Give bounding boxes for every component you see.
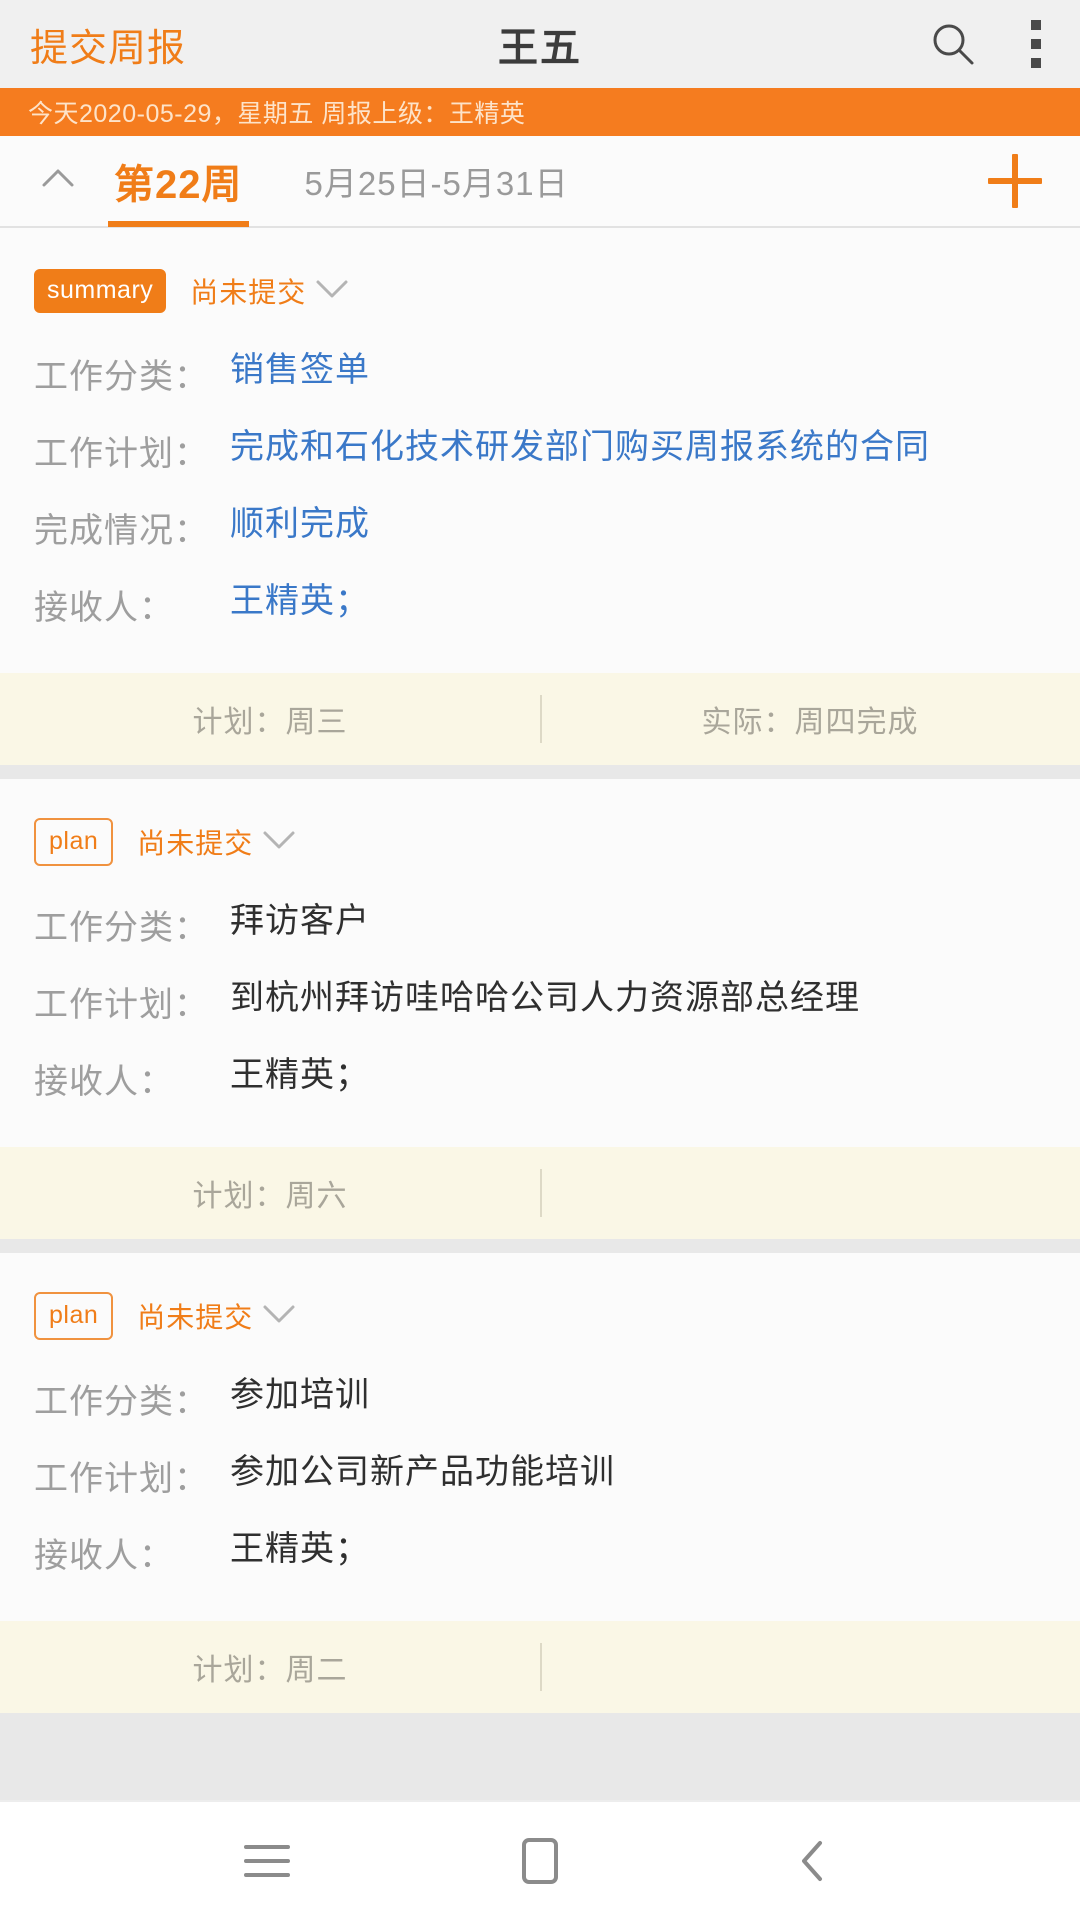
field-row-category: 工作分类： 拜访客户 (34, 886, 1046, 963)
status-badge: plan (34, 1291, 114, 1340)
menu-line (243, 1845, 290, 1849)
field-label: 工作计划： (34, 435, 209, 473)
home-square-icon[interactable] (512, 1833, 568, 1889)
field-row-category: 工作分类： 销售签单 (34, 335, 1046, 412)
add-report-button[interactable] (984, 150, 1046, 212)
back-chevron-icon-glyph (802, 1841, 823, 1881)
report-card-header[interactable]: summary 尚未提交 (0, 228, 1080, 329)
more-dot (1031, 58, 1041, 68)
actual-day: 实际：周四完成 (701, 706, 919, 739)
report-card-header[interactable]: plan 尚未提交 (0, 779, 1080, 880)
menu-icon-glyph (243, 1845, 290, 1877)
footer-divider (540, 1169, 542, 1217)
report-list[interactable]: summary 尚未提交 工作分类： 销售签单 工作计划： 完成和石化技术研发部… (0, 228, 1080, 1800)
field-row-receiver: 接收人： 王精英； (34, 566, 1046, 643)
system-navigation-bar (0, 1800, 1080, 1920)
more-dot (1031, 39, 1041, 49)
tab-active-underline (108, 221, 249, 227)
more-vertical-icon[interactable] (1022, 16, 1050, 72)
field-value: 参加培训 (230, 1376, 370, 1414)
week-date-range: 5月25日-5月31日 (304, 165, 569, 202)
status-badge: plan (34, 817, 114, 866)
planned-day: 计划：周二 (192, 1654, 348, 1687)
banner-text: 今天2020-05-29，星期五 周报上级：王精英 (28, 100, 526, 128)
field-value: 参加公司新产品功能培训 (230, 1453, 615, 1491)
field-value: 顺利完成 (230, 505, 370, 543)
chevron-down-icon[interactable] (306, 262, 358, 319)
field-label: 接收人： (34, 1063, 174, 1101)
planned-day: 计划：周六 (192, 1180, 348, 1213)
field-value: 王精英； (230, 582, 370, 620)
more-dot (1031, 20, 1041, 30)
field-label: 工作分类： (34, 909, 209, 947)
chevron-down-icon[interactable] (253, 813, 305, 870)
search-icon-glyph (933, 24, 974, 65)
field-label: 工作分类： (34, 1383, 209, 1421)
footer-divider (540, 1643, 542, 1691)
report-card-fields: 工作分类： 参加培训 工作计划： 参加公司新产品功能培训 接收人： 王精英； (0, 1354, 1080, 1621)
field-label: 工作计划： (34, 1460, 209, 1498)
chevron-up-icon-glyph (42, 169, 74, 186)
field-value: 王精英； (230, 1056, 370, 1094)
menu-line (243, 1859, 290, 1863)
chevron-down-icon-glyph (316, 280, 348, 298)
field-value: 销售签单 (230, 351, 370, 389)
field-label: 工作计划： (34, 986, 209, 1024)
field-value: 完成和石化技术研发部门购买周报系统的合同 (230, 428, 930, 466)
field-label: 接收人： (34, 589, 174, 627)
field-label: 接收人： (34, 1537, 174, 1575)
field-label: 工作分类： (34, 358, 209, 396)
field-row-category: 工作分类： 参加培训 (34, 1360, 1046, 1437)
app-bar-actions (930, 16, 1050, 72)
field-row-plan: 工作计划： 参加公司新产品功能培训 (34, 1437, 1046, 1514)
field-row-receiver: 接收人： 王精英； (34, 1514, 1046, 1591)
field-row-receiver: 接收人： 王精英； (34, 1040, 1046, 1117)
week-label: 第22周 (114, 163, 243, 207)
planned-day: 计划：周三 (192, 706, 348, 739)
menu-icon[interactable] (239, 1833, 295, 1889)
app-screen: 提交周报 王五 今天2020-05-29，星期五 周报上级：王精英 第22周 5… (0, 0, 1080, 1920)
menu-line (243, 1873, 290, 1877)
chevron-down-icon[interactable] (253, 1287, 305, 1344)
tab-week-22[interactable]: 第22周 (100, 135, 257, 227)
home-square-icon-glyph (521, 1838, 558, 1884)
field-value: 拜访客户 (230, 902, 370, 940)
status-badge: summary (34, 268, 167, 313)
app-bar: 提交周报 王五 (0, 0, 1080, 88)
report-card-fields: 工作分类： 拜访客户 工作计划： 到杭州拜访哇哈哈公司人力资源部总经理 接收人：… (0, 880, 1080, 1147)
week-selector-bar: 第22周 5月25日-5月31日 (0, 136, 1080, 228)
field-row-plan: 工作计划： 完成和石化技术研发部门购买周报系统的合同 (34, 412, 1046, 489)
report-card[interactable]: plan 尚未提交 工作分类： 参加培训 工作计划： 参加公司新产品功能培训 接… (0, 1253, 1080, 1713)
chevron-down-icon-glyph (263, 1305, 295, 1323)
footer-divider (540, 695, 542, 743)
search-icon[interactable] (930, 21, 976, 67)
report-card-footer: 计划：周三 实际：周四完成 (0, 673, 1080, 765)
submit-status-text: 尚未提交 (137, 827, 254, 859)
back-chevron-icon[interactable] (785, 1833, 841, 1889)
field-label: 完成情况： (34, 512, 209, 550)
submit-status-text: 尚未提交 (190, 276, 307, 308)
field-value: 王精英； (230, 1530, 370, 1568)
report-card[interactable]: plan 尚未提交 工作分类： 拜访客户 工作计划： 到杭州拜访哇哈哈公司人力资… (0, 779, 1080, 1239)
info-banner: 今天2020-05-29，星期五 周报上级：王精英 (0, 88, 1080, 136)
report-card-fields: 工作分类： 销售签单 工作计划： 完成和石化技术研发部门购买周报系统的合同 完成… (0, 329, 1080, 673)
field-value: 到杭州拜访哇哈哈公司人力资源部总经理 (230, 979, 860, 1017)
submit-status-text: 尚未提交 (137, 1301, 254, 1333)
submit-weekly-report-button[interactable]: 提交周报 (30, 17, 186, 72)
field-row-completion: 完成情况： 顺利完成 (34, 489, 1046, 566)
report-card-footer: 计划：周六 (0, 1147, 1080, 1239)
report-card[interactable]: summary 尚未提交 工作分类： 销售签单 工作计划： 完成和石化技术研发部… (0, 228, 1080, 765)
chevron-up-icon[interactable] (34, 155, 100, 208)
report-card-header[interactable]: plan 尚未提交 (0, 1253, 1080, 1354)
chevron-down-icon-glyph (263, 831, 295, 849)
field-row-plan: 工作计划： 到杭州拜访哇哈哈公司人力资源部总经理 (34, 963, 1046, 1040)
report-card-footer: 计划：周二 (0, 1621, 1080, 1713)
